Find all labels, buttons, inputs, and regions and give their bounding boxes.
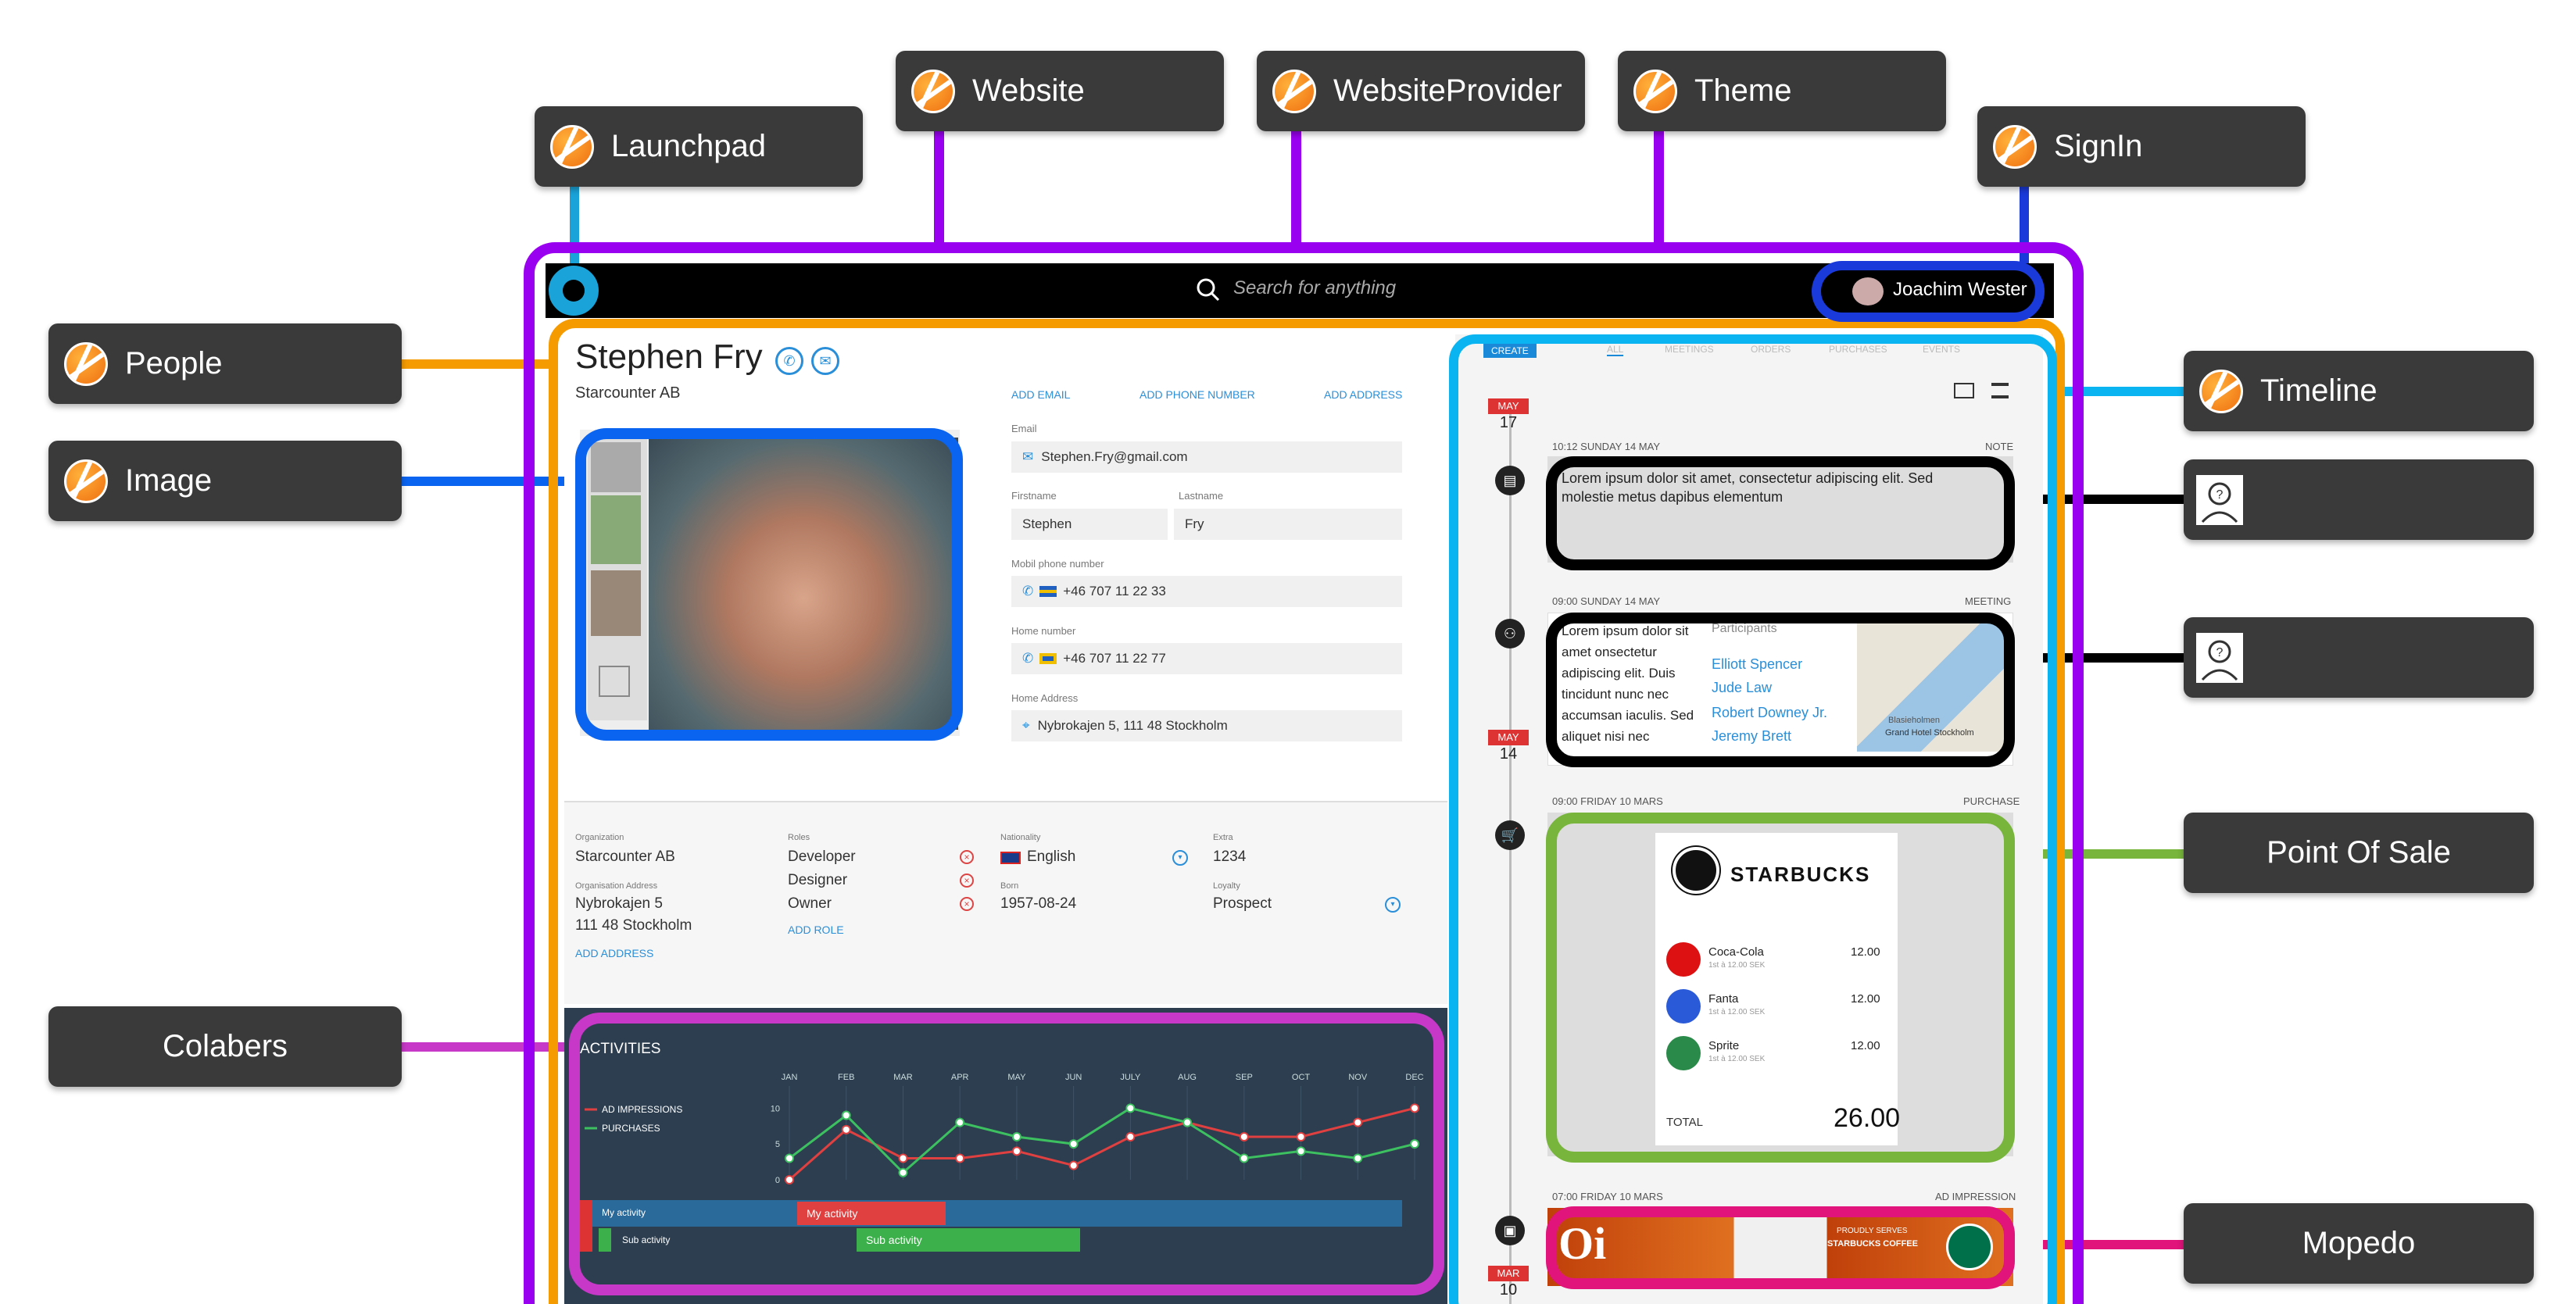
- unknown-person-icon: ?: [2196, 633, 2243, 683]
- starcounter-logo-icon: [1272, 69, 1316, 113]
- label-launchpad-text: Launchpad: [611, 129, 766, 163]
- label-signin: SignIn: [1977, 106, 2306, 187]
- label-point-of-sale-text: Point Of Sale: [2267, 835, 2451, 870]
- starcounter-logo-icon: [1993, 124, 2037, 169]
- label-point-of-sale: Point Of Sale: [2184, 813, 2534, 893]
- label-image: Image: [48, 441, 402, 521]
- label-mopedo: Mopedo: [2184, 1203, 2534, 1284]
- signin-frame: [1812, 261, 2045, 322]
- label-colabers: Colabers: [48, 1006, 402, 1087]
- label-people: People: [48, 323, 402, 404]
- svg-text:?: ?: [2216, 646, 2224, 659]
- label-website-provider: WebsiteProvider: [1257, 51, 1585, 131]
- label-timeline-text: Timeline: [2260, 373, 2377, 408]
- annotated-screenshot: Search for anything Joachim Wester Steph…: [0, 0, 2576, 1304]
- label-launchpad: Launchpad: [535, 106, 863, 187]
- svg-text:?: ?: [2216, 488, 2224, 502]
- website-connector: [934, 127, 944, 252]
- starcounter-logo-icon: [911, 69, 955, 113]
- label-unknown-app-1: ?: [2184, 459, 2534, 540]
- label-theme: Theme: [1618, 51, 1946, 131]
- label-people-text: People: [125, 346, 223, 380]
- label-signin-text: SignIn: [2054, 129, 2143, 163]
- label-colabers-text: Colabers: [162, 1029, 288, 1063]
- label-timeline: Timeline: [2184, 351, 2534, 431]
- label-image-text: Image: [125, 463, 213, 498]
- starcounter-logo-icon: [64, 341, 108, 386]
- label-unknown-app-2: ?: [2184, 617, 2534, 698]
- website-provider-connector: [1291, 127, 1301, 252]
- label-mopedo-text: Mopedo: [2302, 1226, 2416, 1260]
- starcounter-logo-icon: [550, 124, 594, 169]
- timeline-frame: [1449, 334, 2057, 1304]
- label-theme-text: Theme: [1694, 73, 1792, 108]
- label-website-text: Website: [972, 73, 1085, 108]
- starcounter-logo-icon: [1633, 69, 1677, 113]
- label-website: Website: [896, 51, 1224, 131]
- unknown-person-icon: ?: [2196, 475, 2243, 525]
- starcounter-logo-icon: [64, 459, 108, 503]
- theme-connector: [1654, 127, 1664, 252]
- starcounter-logo-icon: [2199, 369, 2243, 413]
- label-website-provider-text: WebsiteProvider: [1333, 73, 1562, 108]
